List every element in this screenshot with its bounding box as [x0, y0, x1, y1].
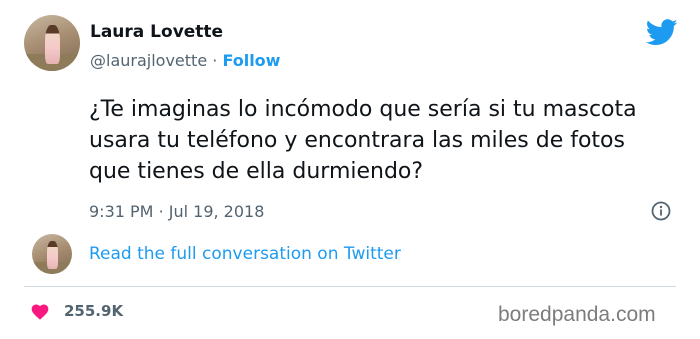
watermark: boredpanda.com [498, 303, 656, 326]
tweet-line: ¿Te imaginas lo incómodo que sería si tu… [89, 97, 637, 122]
author-avatar[interactable] [24, 15, 80, 71]
follow-button[interactable]: Follow [222, 51, 280, 70]
tweet-date: Jul 19, 2018 [168, 202, 265, 221]
divider [24, 286, 676, 287]
avatar-figure [47, 241, 58, 270]
tweet-time: 9:31 PM [89, 202, 154, 221]
heart-icon[interactable] [30, 302, 50, 320]
avatar-figure [45, 25, 60, 65]
tweet-timestamp[interactable]: 9:31 PM · Jul 19, 2018 [89, 202, 264, 221]
timestamp-separator: · [158, 202, 164, 221]
like-count: 255.9K [64, 302, 124, 320]
author-handle-row: @laurajlovette · Follow [90, 51, 280, 70]
handle-separator: · [212, 51, 218, 70]
author-handle[interactable]: @laurajlovette [90, 51, 207, 70]
author-name[interactable]: Laura Lovette [90, 22, 223, 42]
twitter-bird-icon[interactable] [646, 19, 678, 46]
tweet-text: ¿Te imaginas lo incómodo que sería si tu… [89, 94, 679, 187]
info-icon[interactable] [651, 201, 671, 221]
tweet-line: que tienes de ella durmiendo? [89, 159, 424, 184]
conversation-avatar[interactable] [32, 234, 72, 274]
read-conversation-link[interactable]: Read the full conversation on Twitter [89, 244, 401, 264]
tweet-line: usara tu teléfono y encontrara las miles… [89, 128, 625, 153]
